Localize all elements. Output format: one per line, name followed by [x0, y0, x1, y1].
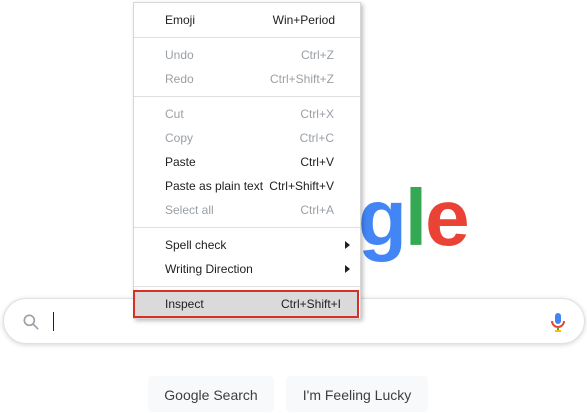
menu-item-label: Copy	[165, 131, 194, 145]
menu-item-label: Paste	[165, 155, 196, 169]
menu-separator	[134, 286, 360, 287]
menu-item-label: Paste as plain text	[165, 179, 264, 193]
menu-item-shortcut: Ctrl+C	[299, 131, 334, 145]
menu-item-shortcut: Ctrl+Z	[301, 48, 334, 62]
context-menu: Emoji Win+Period Undo Ctrl+Z Redo Ctrl+S…	[133, 2, 361, 319]
menu-separator	[134, 96, 360, 97]
menu-item-spell-check[interactable]: Spell check	[134, 233, 360, 257]
google-logo: gle	[358, 178, 470, 258]
menu-separator	[134, 227, 360, 228]
menu-item-paste[interactable]: Paste Ctrl+V	[134, 150, 360, 174]
menu-item-label: Select all	[165, 203, 214, 217]
mic-icon[interactable]	[546, 310, 570, 334]
search-icon	[23, 314, 39, 330]
text-cursor	[53, 312, 54, 331]
menu-item-label: Writing Direction	[165, 262, 253, 276]
menu-item-label: Cut	[165, 107, 184, 121]
menu-item-shortcut: Ctrl+Shift+Z	[269, 72, 334, 86]
menu-item-label: Redo	[165, 72, 194, 86]
menu-item-emoji[interactable]: Emoji Win+Period	[134, 8, 360, 32]
menu-item-writing-direction[interactable]: Writing Direction	[134, 257, 360, 281]
menu-item-undo[interactable]: Undo Ctrl+Z	[134, 43, 360, 67]
menu-item-inspect[interactable]: Inspect Ctrl+Shift+I	[133, 290, 359, 318]
menu-item-select-all[interactable]: Select all Ctrl+A	[134, 198, 360, 222]
menu-separator	[134, 37, 360, 38]
menu-item-shortcut: Ctrl+A	[300, 203, 334, 217]
menu-item-paste-plain-text[interactable]: Paste as plain text Ctrl+Shift+V	[134, 174, 360, 198]
menu-item-label: Spell check	[165, 238, 227, 252]
menu-item-copy[interactable]: Copy Ctrl+C	[134, 126, 360, 150]
menu-item-label: Inspect	[165, 297, 204, 311]
logo-letter-e: e	[425, 173, 469, 262]
menu-item-shortcut: Ctrl+X	[300, 107, 334, 121]
menu-item-shortcut: Ctrl+Shift+V	[269, 179, 334, 193]
submenu-arrow-icon	[345, 265, 350, 273]
menu-item-label: Undo	[165, 48, 194, 62]
menu-item-shortcut: Ctrl+Shift+I	[280, 297, 341, 311]
logo-letter-l: l	[404, 173, 427, 262]
menu-item-shortcut: Ctrl+V	[300, 155, 334, 169]
submenu-arrow-icon	[345, 241, 350, 249]
menu-item-shortcut: Win+Period	[272, 13, 335, 27]
menu-item-redo[interactable]: Redo Ctrl+Shift+Z	[134, 67, 360, 91]
menu-item-cut[interactable]: Cut Ctrl+X	[134, 102, 360, 126]
logo-letter-g: g	[358, 173, 407, 262]
menu-item-label: Emoji	[165, 13, 196, 27]
